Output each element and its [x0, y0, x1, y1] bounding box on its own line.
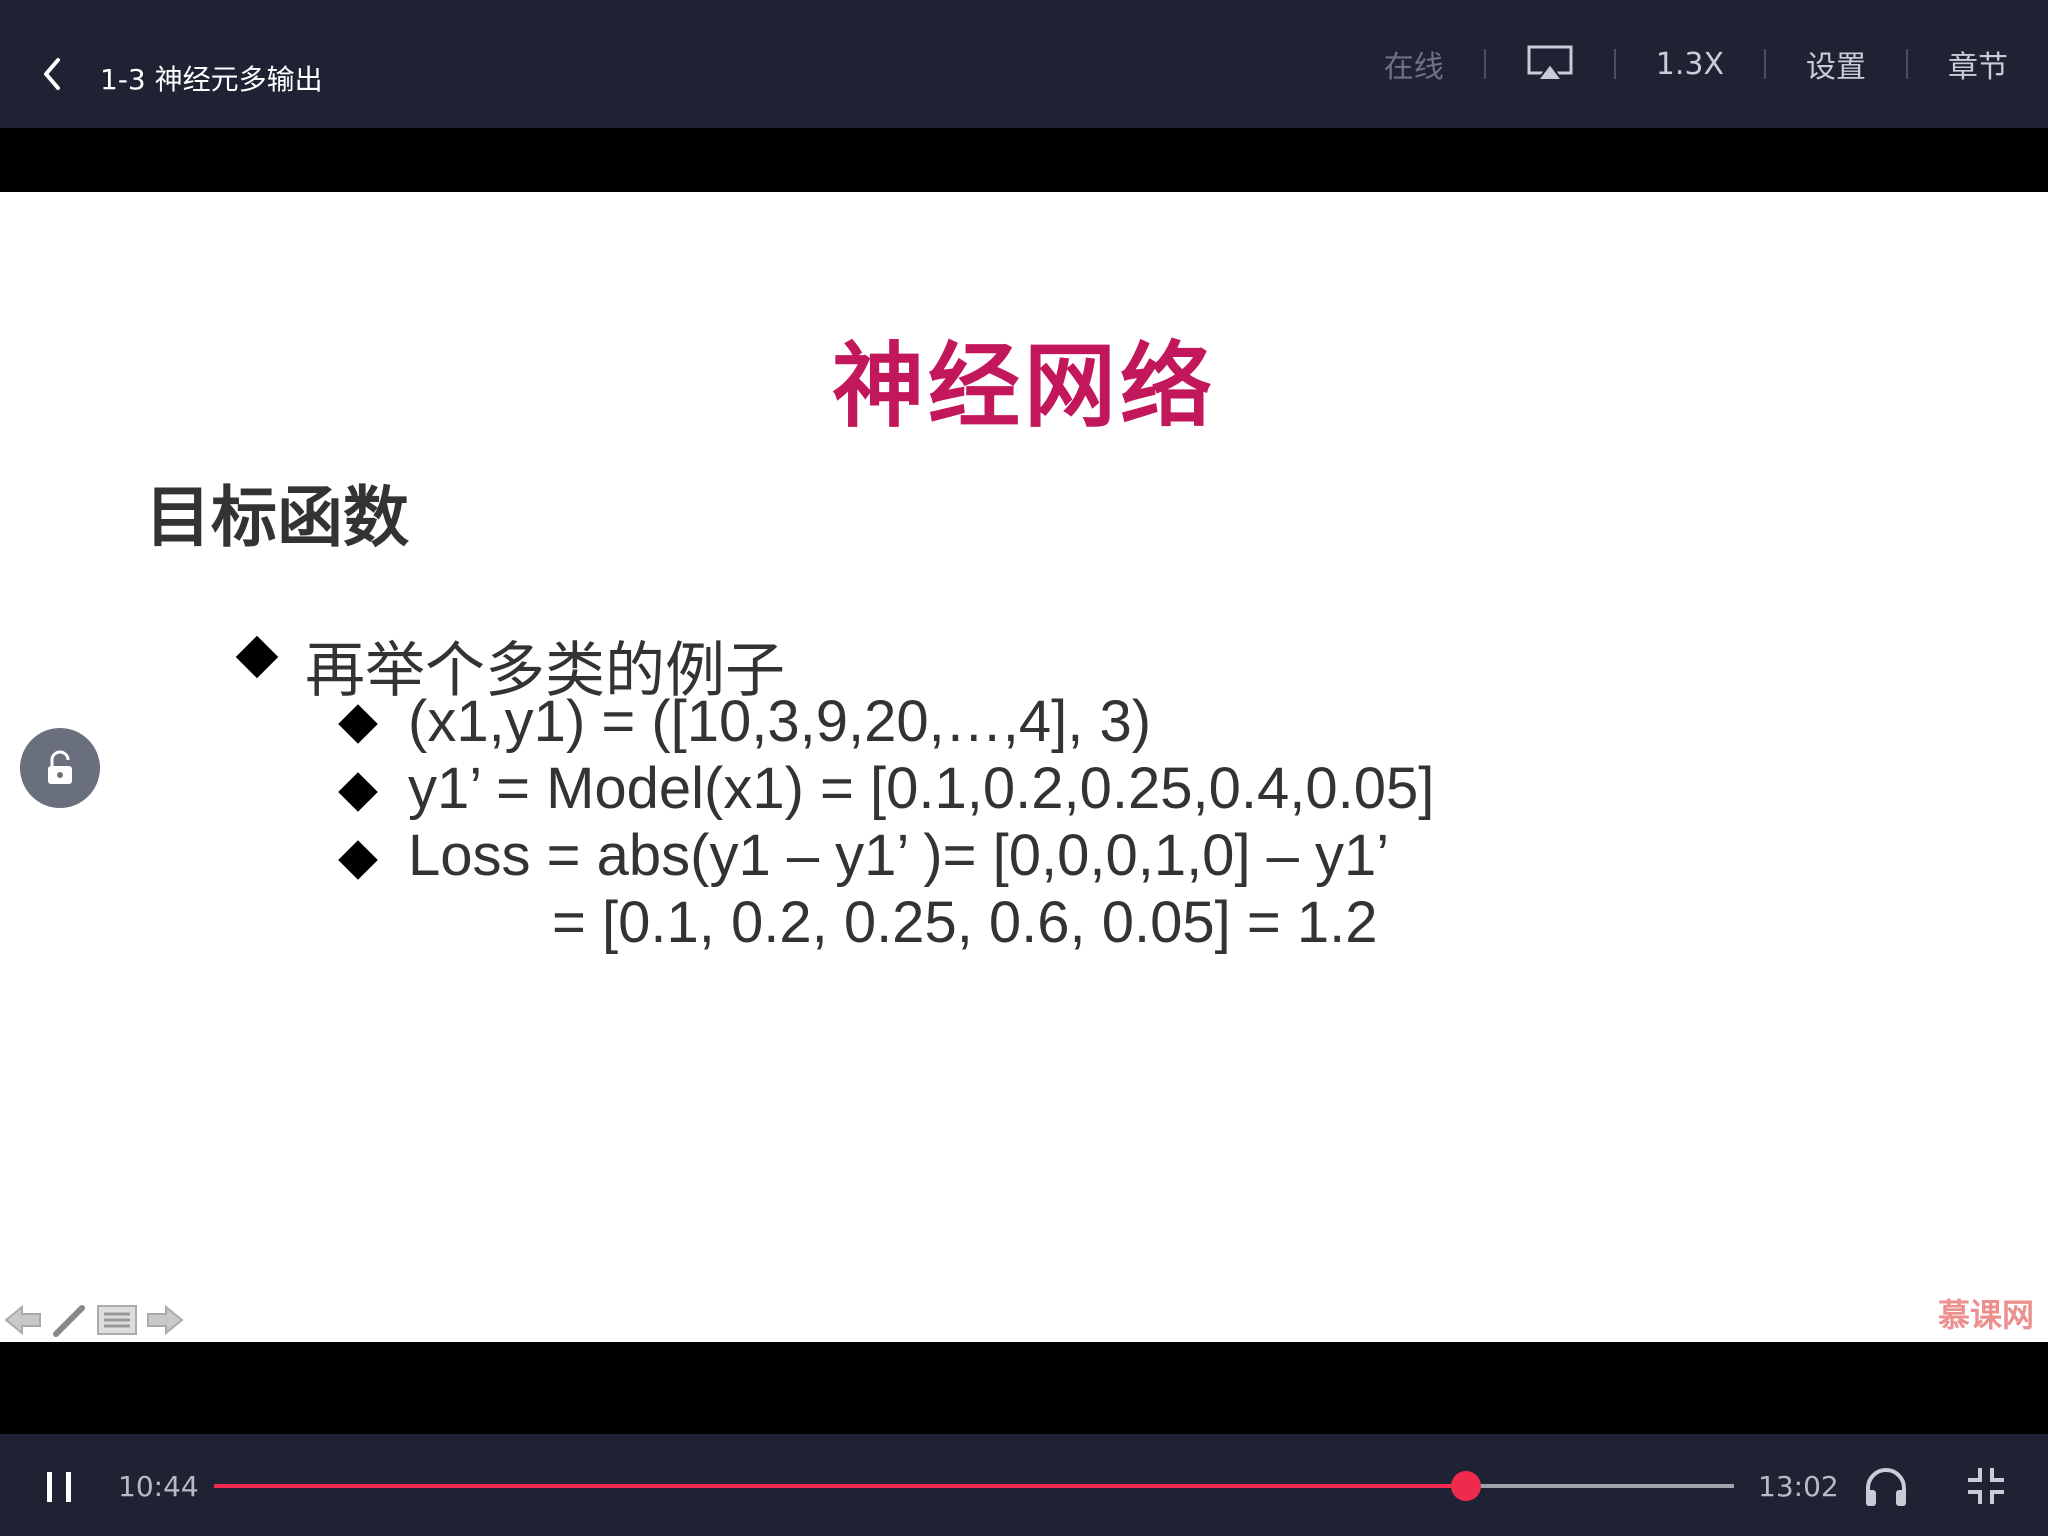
online-toggle[interactable]: 在线: [1344, 42, 1484, 86]
airplay-button[interactable]: [1486, 44, 1614, 84]
progress-fill: [214, 1484, 1467, 1488]
top-bar: 1-3 神经元多输出 在线 1.3X 设置 章节: [0, 0, 2048, 128]
progress-bar[interactable]: [214, 1471, 1734, 1501]
arrow-left-icon[interactable]: [4, 1304, 44, 1336]
audio-mode-button[interactable]: [1862, 1464, 1910, 1508]
playback-speed-button[interactable]: 1.3X: [1616, 47, 1764, 82]
lock-icon: [48, 750, 72, 784]
slide-toolbar: [4, 1300, 184, 1340]
video-title: 1-3 神经元多输出: [100, 63, 323, 96]
progress-scrubber[interactable]: [1451, 1471, 1482, 1501]
chapters-button[interactable]: 章节: [1908, 42, 2048, 86]
pause-icon: [47, 1472, 71, 1502]
back-chevron-icon: [44, 58, 60, 90]
airplay-icon: [1527, 45, 1573, 81]
total-duration: 13:02: [1758, 1470, 1839, 1503]
pen-icon[interactable]: [50, 1300, 90, 1340]
bullet-diamond-icon: [338, 840, 378, 880]
bullet-diamond-icon: [338, 772, 378, 812]
watermark-logo: 慕课网: [1937, 1296, 2034, 1334]
screen-lock-button[interactable]: [20, 728, 100, 808]
bullet-text: Loss = abs(y1 – y1’ )= [0,0,0,1,0] – y1’: [408, 823, 1390, 888]
headphones-icon: [1866, 1468, 1906, 1506]
back-button[interactable]: [36, 54, 68, 94]
exit-fullscreen-button[interactable]: [1966, 1466, 2006, 1506]
menu-icon[interactable]: [96, 1304, 138, 1336]
bullet-text: y1’ = Model(x1) = [0.1,0.2,0.25,0.4,0.05…: [408, 756, 1435, 821]
letterbox-top: [0, 128, 2048, 192]
pause-button[interactable]: [44, 1470, 74, 1504]
bullet-text: (x1,y1) = ([10,3,9,20,…,4], 3): [408, 689, 1152, 754]
bullet-continuation-text: = [0.1, 0.2, 0.25, 0.6, 0.05] = 1.2: [552, 890, 1378, 955]
letterbox-bottom: [0, 1342, 2048, 1434]
exit-fullscreen-icon: [1968, 1468, 2004, 1504]
playback-controls: 10:44 13:02: [0, 1434, 2048, 1536]
bullet-diamond-icon: [235, 635, 279, 679]
arrow-right-icon[interactable]: [144, 1304, 184, 1336]
bullet-diamond-icon: [338, 704, 378, 744]
slide-heading: 目标函数: [145, 479, 409, 556]
top-actions: 在线 1.3X 设置 章节: [1344, 0, 2048, 128]
video-slide[interactable]: 神经网络 目标函数 再举个多类的例子 (x1,y1) = ([10,3,9,20…: [0, 192, 2048, 1342]
settings-button[interactable]: 设置: [1766, 42, 1906, 86]
slide-title: 神经网络: [831, 333, 1216, 440]
current-time: 10:44: [118, 1470, 199, 1503]
